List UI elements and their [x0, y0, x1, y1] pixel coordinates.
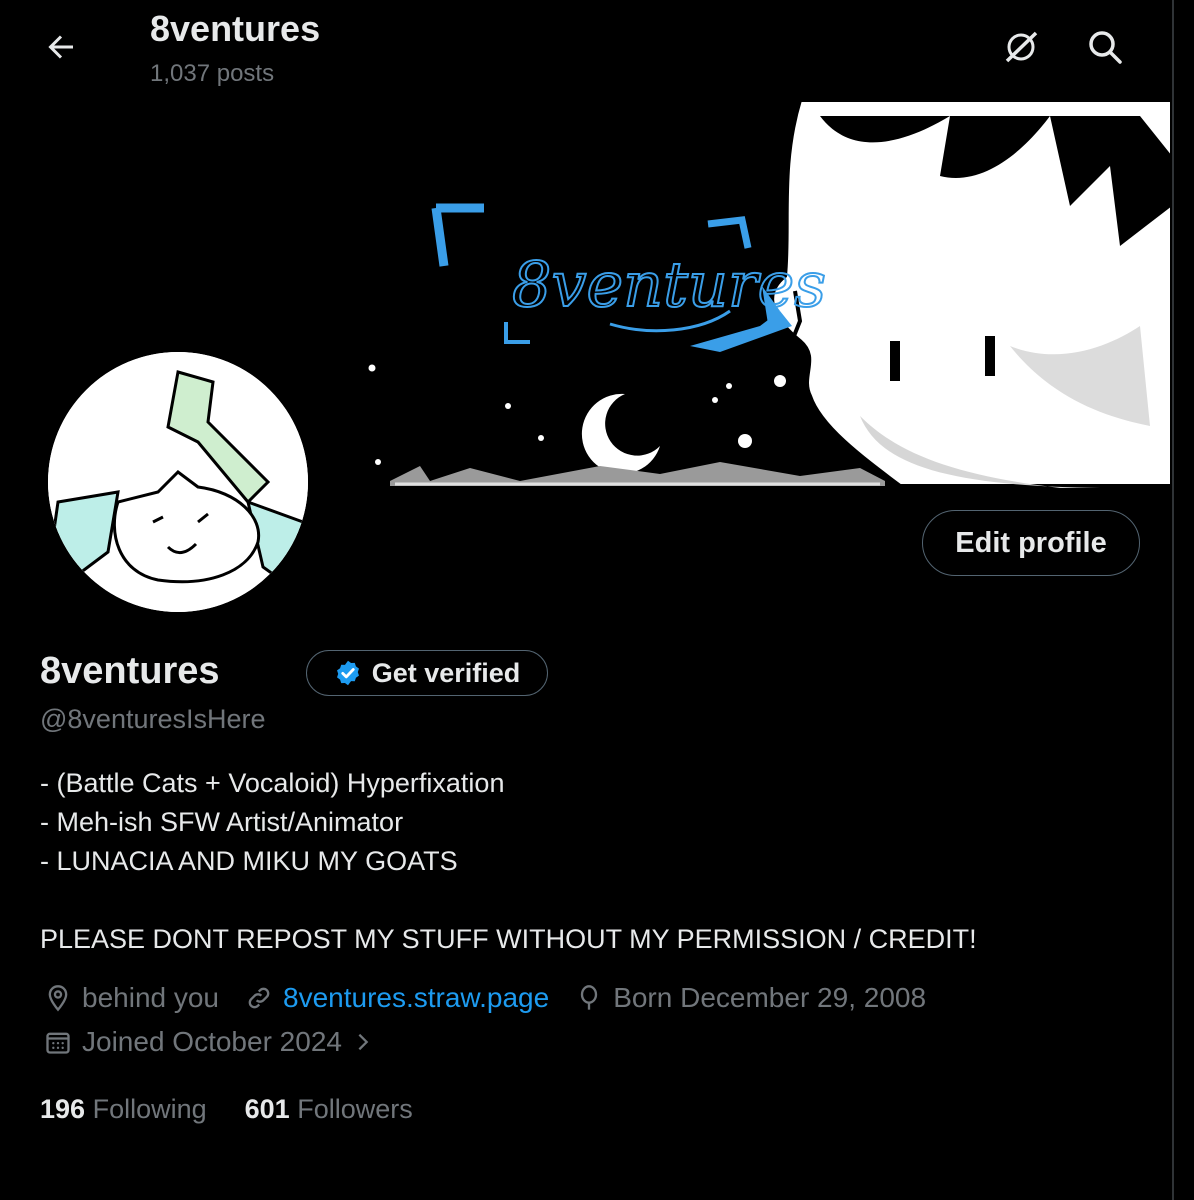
- chevron-right-icon: [358, 1033, 369, 1051]
- website-link[interactable]: 8ventures.straw.page: [283, 982, 549, 1014]
- followers-label: Followers: [297, 1094, 413, 1124]
- display-name: 8ventures: [40, 650, 220, 692]
- bio-line: - Meh-ish SFW Artist/Animator: [40, 807, 404, 837]
- birthday: Born December 29, 2008: [575, 982, 926, 1014]
- page-title: 8ventures: [150, 8, 321, 49]
- grok-icon: [1005, 31, 1038, 63]
- bio: - (Battle Cats + Vocaloid) Hyperfixation…: [40, 764, 977, 959]
- get-verified-button[interactable]: Get verified: [306, 650, 548, 696]
- following-count: 196: [40, 1094, 86, 1124]
- search-button[interactable]: [1080, 22, 1130, 72]
- location: behind you: [44, 982, 219, 1014]
- join-date[interactable]: Joined October 2024: [44, 1026, 374, 1058]
- location-pin-icon: [48, 985, 68, 1012]
- location-text: behind you: [82, 982, 220, 1013]
- website[interactable]: 8ventures.straw.page: [245, 982, 549, 1014]
- edit-profile-button[interactable]: Edit profile: [922, 510, 1140, 576]
- avatar[interactable]: [44, 348, 312, 616]
- frame-edge: [1172, 0, 1174, 1200]
- back-button[interactable]: [38, 24, 84, 70]
- follow-stats: 196 Following 601 Followers: [40, 1094, 413, 1125]
- birthday-text: Born December 29, 2008: [613, 982, 927, 1013]
- followers-count: 601: [244, 1094, 290, 1124]
- bio-line: [40, 881, 977, 920]
- verified-badge-icon: [336, 660, 359, 686]
- join-date-text: Joined October 2024: [82, 1026, 342, 1057]
- posts-count: 1,037 posts: [150, 60, 275, 87]
- calendar-icon: [46, 1032, 70, 1054]
- back-arrow-icon: [48, 35, 73, 59]
- link-icon: [248, 987, 270, 1009]
- profile-meta: behind you 8ventures.straw.page Born Dec…: [44, 982, 952, 1014]
- user-handle: @8venturesIsHere: [40, 704, 266, 734]
- search-icon: [1089, 31, 1122, 64]
- following-link[interactable]: 196 Following: [40, 1094, 207, 1125]
- banner-logo-text: 8ventures: [512, 248, 826, 321]
- avatar-artwork: [48, 352, 308, 612]
- bio-line: - LUNACIA AND MIKU MY GOATS: [40, 846, 458, 876]
- bio-line: - (Battle Cats + Vocaloid) Hyperfixation: [40, 768, 505, 798]
- grok-button[interactable]: [996, 22, 1046, 72]
- profile-meta-joined: Joined October 2024: [44, 1026, 400, 1058]
- bio-line: PLEASE DONT REPOST MY STUFF WITHOUT MY P…: [40, 924, 977, 954]
- followers-link[interactable]: 601 Followers: [245, 1094, 413, 1125]
- get-verified-label: Get verified: [371, 657, 521, 688]
- top-bar: 8ventures 1,037 posts: [0, 0, 1172, 96]
- following-label: Following: [92, 1094, 207, 1124]
- balloon-icon: [581, 985, 598, 1010]
